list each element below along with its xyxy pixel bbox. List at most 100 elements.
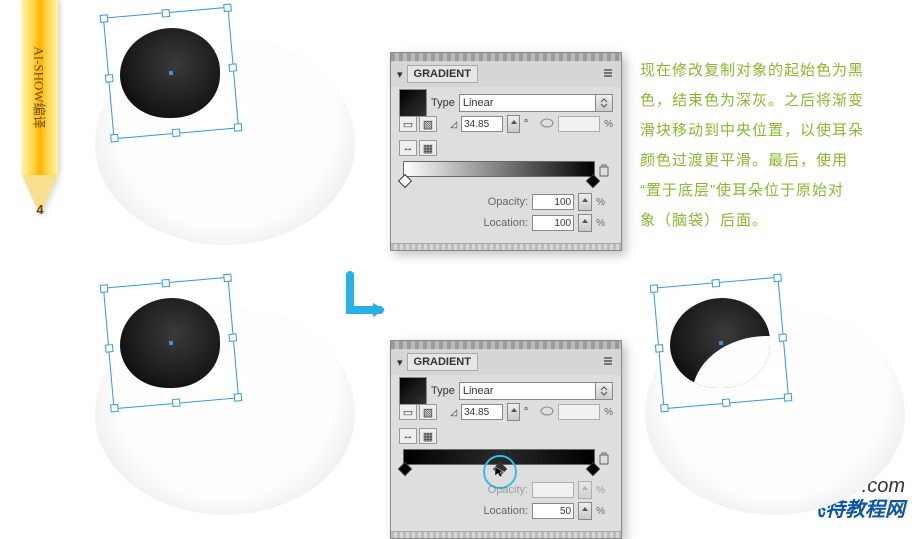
stroke-gradient-along-icon[interactable]: ▧ — [419, 404, 437, 420]
gradient-type-select[interactable]: Linear — [459, 94, 613, 112]
type-label: Type — [431, 97, 455, 109]
opacity-label: Opacity: — [488, 196, 528, 208]
pencil-body: AI-SHOW编译 — [22, 0, 58, 175]
gradient-fill-swatch[interactable] — [399, 89, 427, 117]
angle-icon: ◿ — [450, 407, 457, 418]
gradient-type-value: Linear — [463, 385, 494, 397]
percent-symbol: % — [604, 407, 613, 418]
panel-menu-icon[interactable] — [601, 356, 615, 369]
location-stepper[interactable] — [578, 214, 592, 232]
resize-handle[interactable] — [722, 398, 731, 407]
resize-handle[interactable] — [100, 284, 109, 293]
resize-handle[interactable] — [161, 9, 170, 18]
percent-symbol: % — [596, 506, 605, 517]
resize-handle[interactable] — [223, 273, 232, 282]
panel-drag-bar[interactable] — [391, 341, 621, 349]
reverse-gradient-button[interactable]: ↔ — [399, 428, 417, 444]
angle-input[interactable]: 34.85 — [461, 404, 503, 420]
gradient-stop[interactable] — [398, 174, 412, 188]
desc-line: 色，结束色为深灰。之后将渐变 — [640, 86, 900, 116]
pencil-label-marker: AI-SHOW编译 4 — [22, 0, 58, 240]
stroke-gradient-icon[interactable]: ▭ — [399, 404, 417, 420]
resize-handle[interactable] — [650, 284, 659, 293]
resize-handle[interactable] — [110, 404, 119, 413]
instruction-text: 现在修改复制对象的起始色为黑 色，结束色为深灰。之后将渐变 滑块移动到中央位置，… — [640, 56, 900, 236]
dropdown-arrows-icon[interactable] — [595, 95, 612, 111]
percent-symbol: % — [596, 218, 605, 229]
opacity-input[interactable]: 100 — [532, 194, 574, 210]
resize-handle[interactable] — [773, 273, 782, 282]
angle-input[interactable]: 34.85 — [461, 116, 503, 132]
angle-stepper[interactable] — [507, 115, 519, 133]
flow-arrow-icon — [345, 270, 385, 320]
resize-handle[interactable] — [110, 134, 119, 143]
selection-center[interactable] — [169, 71, 173, 75]
opacity-stepper[interactable] — [578, 193, 592, 211]
reverse-gradient-button[interactable]: ↔ — [399, 140, 417, 156]
chevron-down-icon[interactable]: ▾ — [397, 68, 403, 81]
selection-center[interactable] — [719, 341, 723, 345]
dropdown-arrows-icon[interactable] — [595, 383, 612, 399]
resize-handle[interactable] — [660, 404, 669, 413]
type-label: Type — [431, 385, 455, 397]
gradient-type-select[interactable]: Linear — [459, 382, 613, 400]
selection-center[interactable] — [169, 341, 173, 345]
gradient-stop[interactable] — [398, 462, 412, 476]
gradient-panel: ▾ GRADIENT Type Linear ▭ ▧ ◿ 34.85 — [390, 52, 622, 251]
resize-handle[interactable] — [228, 63, 237, 72]
gradient-options-icon[interactable]: ▦ — [419, 140, 437, 156]
resize-handle[interactable] — [172, 398, 181, 407]
resize-handle[interactable] — [161, 279, 170, 288]
panel-title[interactable]: GRADIENT — [407, 353, 478, 371]
opacity-input — [532, 482, 574, 498]
resize-handle[interactable] — [711, 279, 720, 288]
selection-bounding-box[interactable] — [103, 7, 239, 140]
percent-symbol: % — [596, 485, 605, 496]
delete-stop-icon[interactable] — [598, 164, 610, 178]
resize-handle[interactable] — [655, 344, 664, 353]
resize-handle[interactable] — [223, 3, 232, 12]
resize-handle[interactable] — [105, 344, 114, 353]
location-input[interactable]: 50 — [532, 503, 574, 519]
location-stepper[interactable] — [578, 502, 592, 520]
panel-resize-grip[interactable] — [391, 243, 621, 250]
resize-handle[interactable] — [100, 14, 109, 23]
panel-title[interactable]: GRADIENT — [407, 65, 478, 83]
panel-drag-bar[interactable] — [391, 53, 621, 61]
resize-handle[interactable] — [784, 393, 793, 402]
desc-line: “置于底层”使耳朵位于原始对 — [640, 176, 900, 206]
percent-symbol: % — [596, 197, 605, 208]
angle-icon: ◿ — [450, 119, 457, 130]
resize-handle[interactable] — [234, 123, 243, 132]
desc-line: 滑块移动到中央位置，以使耳朵 — [640, 116, 900, 146]
resize-handle[interactable] — [778, 333, 787, 342]
step-number: 4 — [22, 202, 58, 217]
resize-handle[interactable] — [105, 74, 114, 83]
selection-bounding-box[interactable] — [653, 277, 789, 410]
resize-handle[interactable] — [234, 393, 243, 402]
desc-line: 颜色过渡更平滑。最后，使用 — [640, 146, 900, 176]
selection-bounding-box[interactable] — [103, 277, 239, 410]
resize-handle[interactable] — [172, 128, 181, 137]
resize-handle[interactable] — [228, 333, 237, 342]
panel-menu-icon[interactable] — [601, 68, 615, 81]
location-label: Location: — [483, 505, 528, 517]
cursor-icon — [494, 466, 506, 478]
delete-stop-icon[interactable] — [598, 452, 610, 466]
gradient-options-icon[interactable]: ▦ — [419, 428, 437, 444]
gradient-ramp[interactable] — [403, 161, 595, 177]
aspect-ratio-icon — [540, 406, 554, 419]
panel-resize-grip[interactable] — [391, 531, 621, 538]
aspect-ratio-icon — [540, 118, 554, 131]
desc-line: 现在修改复制对象的起始色为黑 — [640, 56, 900, 86]
gradient-fill-swatch[interactable] — [399, 377, 427, 405]
desc-line: 象（脑袋）后面。 — [640, 206, 900, 236]
stroke-gradient-icon[interactable]: ▭ — [399, 116, 417, 132]
degree-symbol: ° — [524, 406, 528, 418]
gradient-panel: ▾ GRADIENT Type Linear ▭ ▧ ◿ 34.85 — [390, 340, 622, 539]
stroke-gradient-along-icon[interactable]: ▧ — [419, 116, 437, 132]
location-input[interactable]: 100 — [532, 215, 574, 231]
angle-stepper[interactable] — [507, 403, 519, 421]
chevron-down-icon[interactable]: ▾ — [397, 356, 403, 369]
degree-symbol: ° — [524, 118, 528, 130]
